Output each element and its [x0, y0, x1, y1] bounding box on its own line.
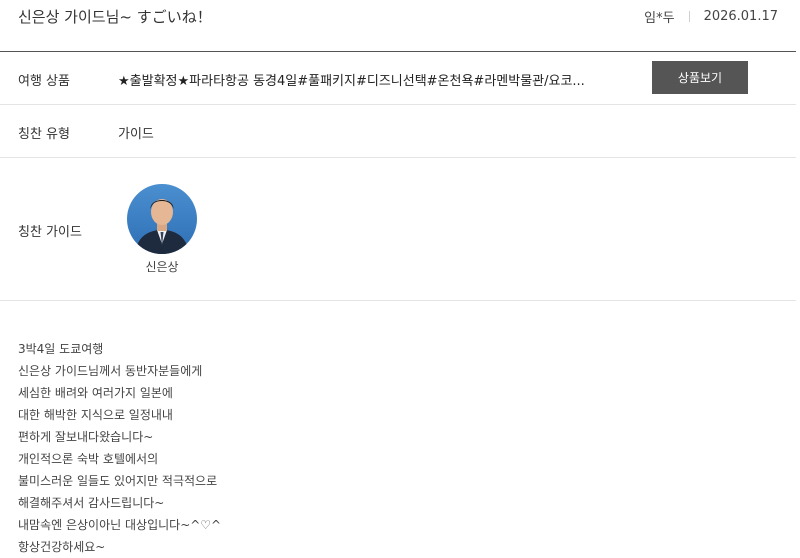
review-body-line: 3박4일 도쿄여행	[18, 342, 104, 356]
review-body: 3박4일 도쿄여행 신은상 가이드님께서 동반자분들에게 세심한 배려와 여러가…	[18, 338, 221, 558]
guide-avatar	[127, 184, 197, 254]
praise-type-label: 칭찬 유형	[18, 127, 70, 142]
review-header: 신은상 가이드님~ すごいね！ 임*두 2026.01.17	[0, 0, 796, 52]
review-body-line: 내맘속엔 은상이아닌 대상입니다~^♡^	[18, 518, 222, 532]
review-body-line: 개인적으론 숙박 호텔에서의	[18, 452, 159, 466]
guide-name: 신은상	[145, 260, 179, 274]
review-author: 임*두	[644, 11, 675, 26]
review-date: 2026.01.17	[703, 9, 778, 24]
review-body-line: 신은상 가이드님께서 동반자분들에게	[18, 364, 203, 378]
review-body-line: 세심한 배려와 여러가지 일본에	[18, 386, 173, 400]
product-label: 여행 상품	[18, 74, 70, 89]
product-row: 여행 상품 ★출발확정★파라타항공 동경4일#풀패키지#디즈니선택#온천욕#라멘…	[0, 52, 796, 105]
praise-guide-label: 칭찬 가이드	[18, 225, 82, 240]
praise-type-row: 칭찬 유형 가이드	[0, 105, 796, 158]
review-title: 신은상 가이드님~ すごいね！	[18, 8, 212, 26]
praise-guide-row: 칭찬 가이드 신은상	[0, 158, 796, 301]
review-body-line: 편하게 잘보내다왔습니다~	[18, 430, 154, 444]
meta-divider	[688, 11, 690, 22]
review-body-line: 해결해주셔서 감사드립니다~	[18, 496, 165, 510]
guide-card[interactable]: 신은상	[125, 184, 199, 275]
product-name: ★출발확정★파라타항공 동경4일#풀패키지#디즈니선택#온천욕#라멘박물관/요코…	[118, 74, 585, 89]
review-meta: 임*두 2026.01.17	[644, 7, 778, 26]
review-body-line: 대한 해박한 지식으로 일정내내	[18, 408, 173, 422]
review-body-line: 항상건강하세요~	[18, 540, 106, 554]
review-body-line: 불미스러운 일들도 있어지만 적극적으로	[18, 474, 218, 488]
praise-type-value: 가이드	[118, 127, 154, 142]
view-product-button[interactable]: 상품보기	[652, 61, 748, 94]
